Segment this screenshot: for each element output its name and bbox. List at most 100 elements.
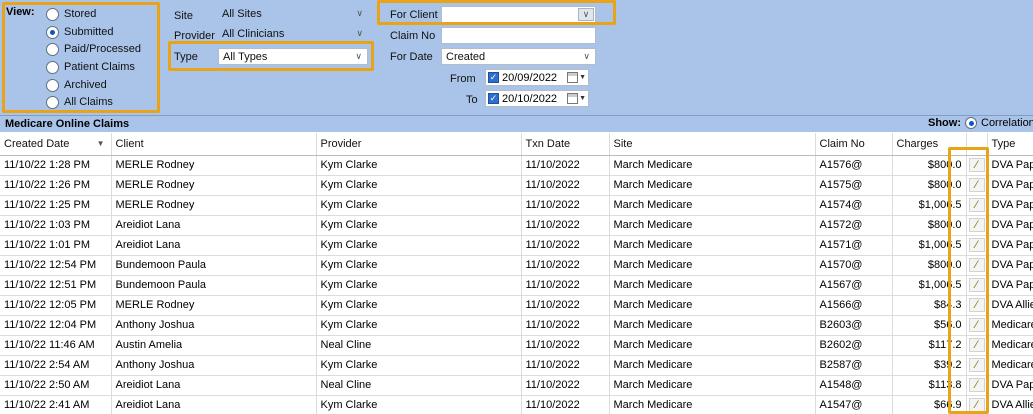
edit-pencil-icon[interactable]: ∕ xyxy=(968,338,985,352)
table-row[interactable]: 11/10/22 2:41 AM Areidiot Lana Kym Clarke 1… xyxy=(0,395,1033,414)
cell-created-date: 11/10/22 1:01 PM xyxy=(0,235,112,256)
edit-pencil-icon[interactable]: ∕ xyxy=(968,298,985,312)
column-header-created-date[interactable]: Created Date xyxy=(0,133,112,156)
cell-type: DVA Pape xyxy=(987,155,1033,176)
cell-provider: Neal Cline xyxy=(316,335,522,356)
cell-edit: ∕ xyxy=(966,235,988,256)
provider-select[interactable]: All Clinicians ∨ xyxy=(218,26,368,42)
for-date-select[interactable]: Created ∨ xyxy=(441,48,596,65)
edit-pencil-icon[interactable]: ∕ xyxy=(968,258,985,272)
section-title: Medicare Online Claims xyxy=(5,118,130,130)
table-row[interactable]: 11/10/22 12:04 PM Anthony Joshua Kym Clark… xyxy=(0,315,1033,336)
column-header-charges[interactable]: Charges xyxy=(892,133,967,156)
view-label: View: xyxy=(6,6,35,18)
table-row[interactable]: 11/10/22 12:54 PM Bundemoon Paula Kym Clar… xyxy=(0,255,1033,276)
column-header-type[interactable]: Type xyxy=(987,133,1033,156)
edit-pencil-icon[interactable]: ∕ xyxy=(968,218,985,232)
for-client-select[interactable]: ∨ xyxy=(441,6,596,23)
from-date-picker[interactable]: ✓ 20/09/2022 ▼ xyxy=(485,69,589,86)
cell-txn-date: 11/10/2022 xyxy=(521,175,610,196)
cell-type: DVA Pape xyxy=(987,275,1033,296)
table-row[interactable]: 11/10/22 2:54 AM Anthony Joshua Kym Clarke… xyxy=(0,355,1033,376)
cell-type: DVA Allied xyxy=(987,395,1033,414)
cell-claim-no: B2587@ xyxy=(815,355,893,376)
cell-site: March Medicare xyxy=(609,295,816,316)
radio-icon xyxy=(46,7,59,21)
calendar-icon[interactable]: ▼ xyxy=(567,93,586,104)
cell-txn-date: 11/10/2022 xyxy=(521,395,610,414)
show-options: Show: Correlation xyxy=(928,117,1033,129)
view-option-archived[interactable]: Archived xyxy=(46,78,107,92)
edit-pencil-icon[interactable]: ∕ xyxy=(968,198,985,212)
edit-pencil-icon[interactable]: ∕ xyxy=(968,398,985,412)
from-date-checkbox-icon[interactable]: ✓ xyxy=(488,72,499,83)
table-row[interactable]: 11/10/22 12:51 PM Bundemoon Paula Kym Clar… xyxy=(0,275,1033,296)
table-header-row: Created Date Client Provider Txn Date Si… xyxy=(0,133,1033,156)
edit-pencil-icon[interactable]: ∕ xyxy=(968,178,985,192)
cell-provider: Kym Clarke xyxy=(316,255,522,276)
cell-site: March Medicare xyxy=(609,335,816,356)
cell-created-date: 11/10/22 1:28 PM xyxy=(0,155,112,176)
cell-provider: Kym Clarke xyxy=(316,355,522,376)
to-date-checkbox-icon[interactable]: ✓ xyxy=(488,93,499,104)
edit-pencil-icon[interactable]: ∕ xyxy=(968,378,985,392)
edit-pencil-icon[interactable]: ∕ xyxy=(968,238,985,252)
column-header-claim-no[interactable]: Claim No xyxy=(815,133,893,156)
table-row[interactable]: 11/10/22 1:01 PM Areidiot Lana Kym Clarke 1… xyxy=(0,235,1033,256)
cell-created-date: 11/10/22 1:26 PM xyxy=(0,175,112,196)
table-row[interactable]: 11/10/22 1:28 PM MERLE Rodney Kym Clarke 11… xyxy=(0,155,1033,176)
column-header-txn-date[interactable]: Txn Date xyxy=(521,133,610,156)
view-option-stored[interactable]: Stored xyxy=(46,7,96,21)
table-row[interactable]: 11/10/22 1:26 PM MERLE Rodney Kym Clarke 11… xyxy=(0,175,1033,196)
column-header-client[interactable]: Client xyxy=(111,133,317,156)
show-correlation-label[interactable]: Correlation xyxy=(981,117,1033,129)
cell-client: Areidiot Lana xyxy=(111,395,317,414)
section-title-bar: Medicare Online Claims xyxy=(0,115,1033,132)
to-date-picker[interactable]: ✓ 20/10/2022 ▼ xyxy=(485,90,589,107)
cell-client: Austin Amelia xyxy=(111,335,317,356)
site-select[interactable]: All Sites ∨ xyxy=(218,6,368,23)
table-row[interactable]: 11/10/22 1:03 PM Areidiot Lana Kym Clarke 1… xyxy=(0,215,1033,236)
edit-pencil-icon[interactable]: ∕ xyxy=(968,318,985,332)
edit-pencil-icon[interactable]: ∕ xyxy=(968,158,985,172)
column-header-provider[interactable]: Provider xyxy=(316,133,522,156)
provider-label: Provider xyxy=(174,30,215,42)
view-option-label: Patient Claims xyxy=(64,61,135,73)
cell-type: DVA Pape xyxy=(987,255,1033,276)
cell-client: Areidiot Lana xyxy=(111,375,317,396)
column-header-site[interactable]: Site xyxy=(609,133,816,156)
view-option-all-claims[interactable]: All Claims xyxy=(46,95,113,109)
cell-edit: ∕ xyxy=(966,155,988,176)
view-option-patient-claims[interactable]: Patient Claims xyxy=(46,60,135,74)
cell-edit: ∕ xyxy=(966,355,988,376)
table-row[interactable]: 11/10/22 11:46 AM Austin Amelia Neal Cline… xyxy=(0,335,1033,356)
cell-charges: $66.9 xyxy=(892,395,967,414)
table-row[interactable]: 11/10/22 12:05 PM MERLE Rodney Kym Clarke 1… xyxy=(0,295,1033,316)
cell-client: MERLE Rodney xyxy=(111,155,317,176)
edit-pencil-icon[interactable]: ∕ xyxy=(968,358,985,372)
view-option-submitted[interactable]: Submitted xyxy=(46,25,114,39)
edit-pencil-icon[interactable]: ∕ xyxy=(968,278,985,292)
show-correlation-radio-icon[interactable] xyxy=(965,117,977,129)
for-date-value: Created xyxy=(446,50,486,63)
view-option-paid-processed[interactable]: Paid/Processed xyxy=(46,42,141,56)
provider-select-value: All Clinicians xyxy=(222,27,285,40)
cell-type: DVA Pape xyxy=(987,175,1033,196)
cell-charges: $84.3 xyxy=(892,295,967,316)
cell-txn-date: 11/10/2022 xyxy=(521,315,610,336)
table-row[interactable]: 11/10/22 1:25 PM MERLE Rodney Kym Clarke 11… xyxy=(0,195,1033,216)
table-row[interactable]: 11/10/22 2:50 AM Areidiot Lana Neal Cline 1… xyxy=(0,375,1033,396)
cell-claim-no: A1575@ xyxy=(815,175,893,196)
radio-icon xyxy=(46,60,59,74)
cell-claim-no: A1567@ xyxy=(815,275,893,296)
cell-created-date: 11/10/22 12:54 PM xyxy=(0,255,112,276)
type-select[interactable]: All Types ∨ xyxy=(218,48,368,65)
claim-no-input[interactable] xyxy=(441,27,596,44)
cell-claim-no: A1548@ xyxy=(815,375,893,396)
cell-type: DVA Pape xyxy=(987,195,1033,216)
cell-claim-no: B2603@ xyxy=(815,315,893,336)
cell-txn-date: 11/10/2022 xyxy=(521,255,610,276)
calendar-icon[interactable]: ▼ xyxy=(567,72,586,83)
cell-edit: ∕ xyxy=(966,175,988,196)
cell-txn-date: 11/10/2022 xyxy=(521,275,610,296)
